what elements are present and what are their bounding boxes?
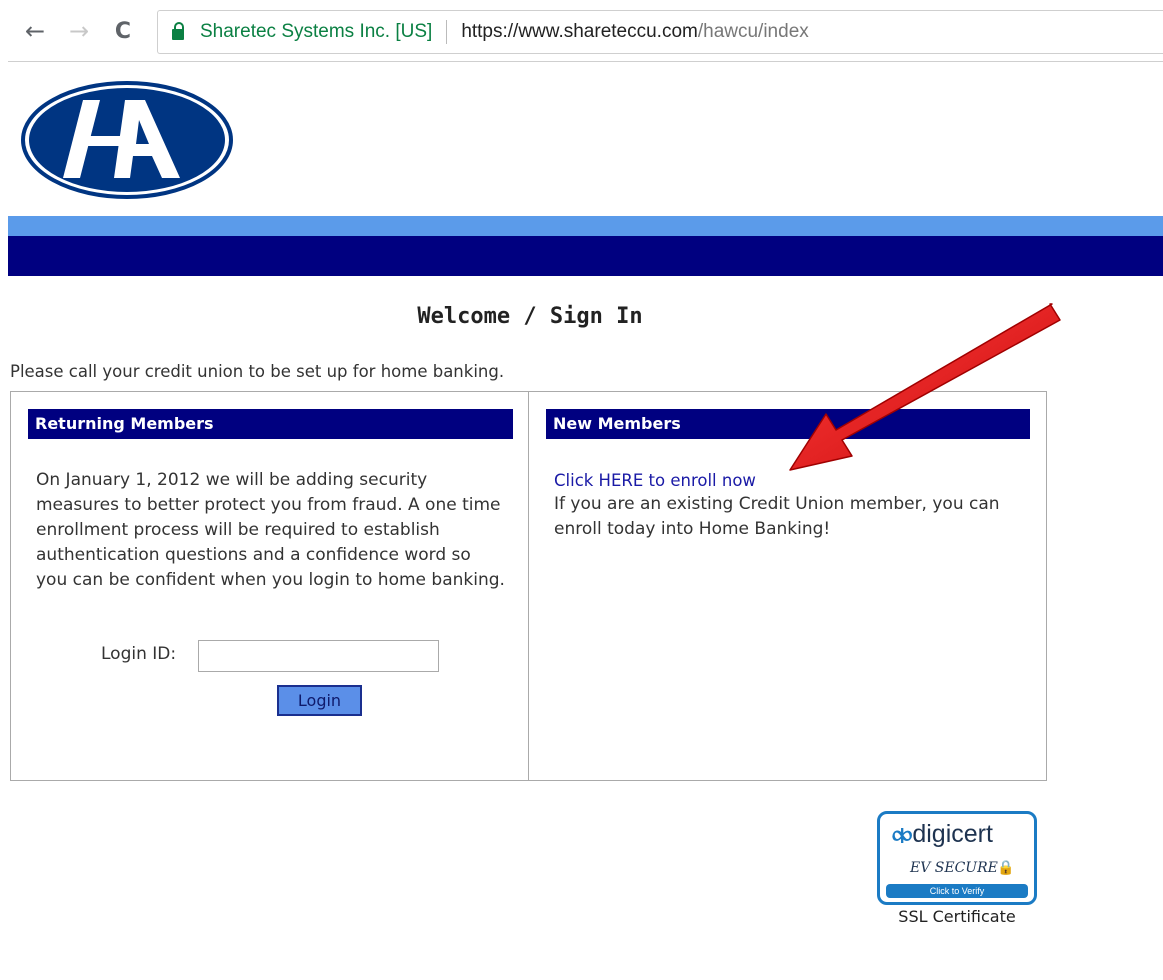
sign-in-panels: Returning Members On January 1, 2012 we … [10,391,1047,781]
login-id-input[interactable] [198,640,439,672]
credit-union-logo [20,80,234,200]
header-band-light [8,216,1163,236]
new-members-header: New Members [546,409,1030,439]
padlock-icon: 🔒 [997,860,1015,876]
address-bar[interactable]: Sharetec Systems Inc. [US] https://www.s… [157,10,1163,54]
url-host[interactable]: https://www.shareteccu.com [461,21,698,43]
click-to-verify-label[interactable]: Click to Verify [886,884,1028,898]
returning-members-text: On January 1, 2012 we will be adding sec… [36,470,505,590]
browser-toolbar: ← → C Sharetec Systems Inc. [US] https:/… [0,0,1163,62]
digicert-brand-text: digicert [912,820,993,848]
toolbar-divider [8,61,1163,62]
back-icon[interactable]: ← [20,14,50,48]
reload-icon[interactable]: C [108,14,138,48]
panel-divider [528,392,529,780]
page-title: Welcome / Sign In [417,304,643,329]
address-separator [446,20,448,44]
login-button[interactable]: Login [277,685,362,716]
intro-text: Please call your credit union to be set … [10,362,505,381]
header-band-dark [8,236,1163,276]
lock-icon[interactable] [172,22,184,40]
returning-members-header: Returning Members [28,409,513,439]
ev-secure-label: EV SECURE [910,860,998,876]
enroll-link[interactable]: Click HERE to enroll now [554,471,756,490]
ev-certificate-name[interactable]: Sharetec Systems Inc. [US] [200,21,432,43]
forward-icon[interactable]: → [64,14,94,48]
new-members-text: If you are an existing Credit Union memb… [554,494,1000,539]
url-path[interactable]: /hawcu/index [698,21,809,43]
ssl-certificate-caption: SSL Certificate [898,907,1016,926]
digicert-logo: ⧞digicert [892,820,993,848]
login-id-label: Login ID: [101,644,177,664]
digicert-seal[interactable]: ⧞digicert EV SECURE 🔒 Click to Verify [877,811,1037,905]
